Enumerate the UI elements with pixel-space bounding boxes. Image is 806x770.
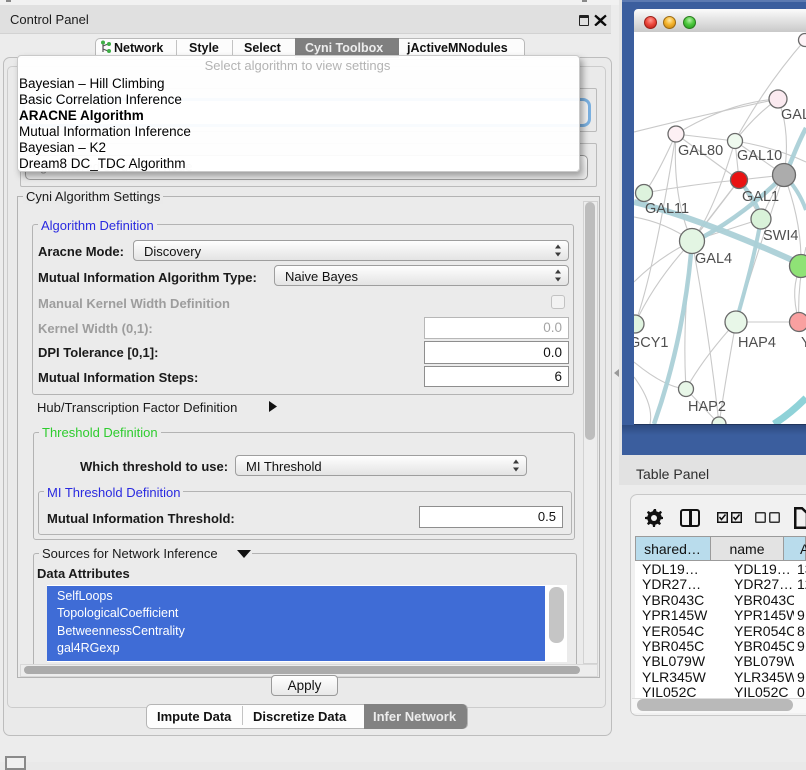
svg-text:HAP2: HAP2 (688, 399, 726, 415)
svg-text:GCY1: GCY1 (634, 335, 669, 351)
svg-text:SWI4: SWI4 (763, 228, 798, 244)
svg-text:GAL4: GAL4 (695, 251, 732, 267)
svg-text:HAP4: HAP4 (738, 335, 776, 351)
svg-text:GAL11: GAL11 (645, 201, 689, 217)
svg-text:GAL80: GAL80 (678, 143, 723, 159)
svg-text:GAL7: GAL7 (781, 107, 806, 123)
svg-text:GAL1: GAL1 (742, 189, 779, 205)
svg-text:Y: Y (801, 335, 806, 351)
svg-text:GAL10: GAL10 (737, 148, 782, 164)
